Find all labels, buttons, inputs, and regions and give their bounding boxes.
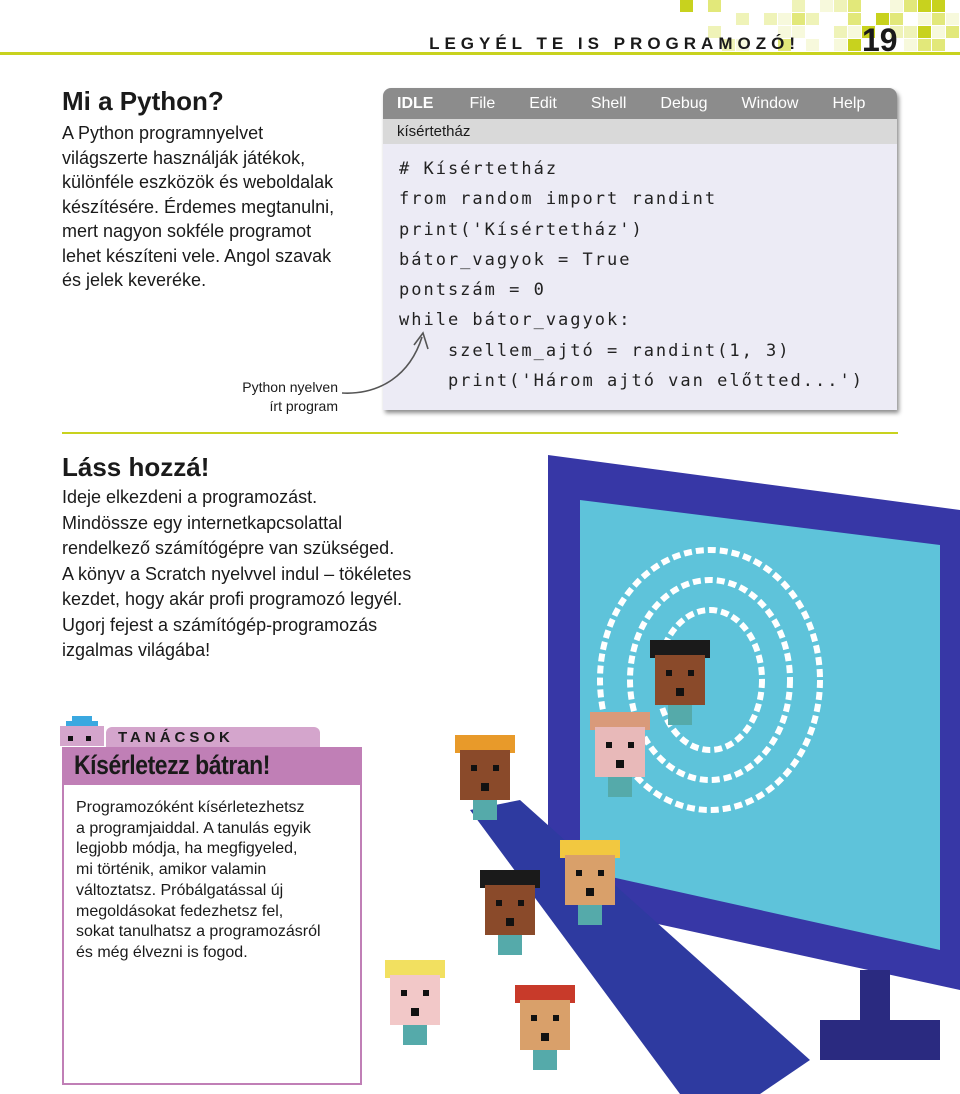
text-line: kezdet, hogy akár profi programozó legyé…: [62, 587, 411, 613]
character-pixel: [628, 742, 634, 748]
character-pixel: [520, 1000, 570, 1050]
text-line: izgalmas világába!: [62, 638, 411, 664]
character-pixel: [688, 670, 694, 676]
caption-line: írt program: [220, 397, 338, 416]
menu-help[interactable]: Help: [832, 95, 865, 113]
text-line: rendelkező számítógépre van szükséged.: [62, 536, 411, 562]
code-line: pontszám = 0: [399, 275, 897, 305]
character-pixel: [498, 935, 522, 955]
character-pixel: [616, 760, 624, 768]
start-title: Láss hozzá!: [62, 452, 209, 483]
pixel-art-illustration: [380, 450, 960, 1094]
idle-menu-bar: IDLE File Edit Shell Debug Window Help: [383, 88, 897, 119]
menu-debug[interactable]: Debug: [660, 95, 707, 113]
character-pixel: [676, 688, 684, 696]
character-pixel: [471, 765, 477, 771]
code-line: print('Három ajtó van előtted...'): [399, 366, 897, 396]
character-pixel: [541, 1033, 549, 1041]
character-pixel: [390, 975, 440, 1025]
character-pixel: [586, 888, 594, 896]
tips-text: Programozóként kísérletezhetsz a program…: [76, 798, 356, 964]
text-line: Ideje elkezdeni a programozást.: [62, 485, 411, 511]
intro-title: Mi a Python?: [62, 86, 224, 117]
code-line: szellem_ajtó = randint(1, 3): [399, 336, 897, 366]
character-pixel: [531, 1015, 537, 1021]
character-pixel: [655, 655, 705, 705]
section-divider: [62, 432, 898, 434]
character-pixel: [598, 870, 604, 876]
character-pixel: [403, 1025, 427, 1045]
file-tab[interactable]: kísértetház: [383, 119, 897, 144]
character-pixel: [565, 855, 615, 905]
character-pixel: [576, 870, 582, 876]
menu-idle[interactable]: IDLE: [397, 95, 433, 113]
running-header: LEGYÉL TE IS PROGRAMOZÓ!: [429, 34, 800, 54]
code-caption: Python nyelven írt program: [220, 378, 338, 416]
menu-shell[interactable]: Shell: [591, 95, 627, 113]
character-pixel: [666, 670, 672, 676]
start-text: Ideje elkezdeni a programozást. Mindössz…: [62, 485, 411, 664]
menu-file[interactable]: File: [469, 95, 495, 113]
character-pixel: [578, 905, 602, 925]
character-pixel: [595, 727, 645, 777]
text-line: különféle eszközök és weboldalak: [62, 170, 334, 195]
text-line: és még élvezni is fogod.: [76, 943, 356, 964]
text-line: Ugorj fejest a számítógép-programozás: [62, 613, 411, 639]
code-line: print('Kísértetház'): [399, 215, 897, 245]
menu-edit[interactable]: Edit: [529, 95, 557, 113]
tips-title: Kísérletezz bátran!: [74, 750, 270, 781]
text-line: megoldásokat fedezhetsz fel,: [76, 902, 356, 923]
header-rule: [0, 52, 960, 55]
book-page: LEGYÉL TE IS PROGRAMOZÓ! 19 Mi a Python?…: [0, 0, 960, 1094]
text-line: Programozóként kísérletezhetsz: [76, 798, 356, 819]
character-pixel: [606, 742, 612, 748]
menu-window[interactable]: Window: [742, 95, 799, 113]
character-pixel: [518, 900, 524, 906]
text-line: változtatsz. Próbálgatással új: [76, 881, 356, 902]
character-pixel: [411, 1008, 419, 1016]
caption-line: Python nyelven: [220, 378, 338, 397]
character-pixel: [485, 885, 535, 935]
text-line: legjobb módja, ha megfigyeled,: [76, 839, 356, 860]
text-line: és jelek keveréke.: [62, 268, 334, 293]
character-pixel: [473, 800, 497, 820]
text-line: világszerte használják játékok,: [62, 146, 334, 171]
idle-window: IDLE File Edit Shell Debug Window Help k…: [383, 88, 897, 410]
character-pixel: [481, 783, 489, 791]
tips-header: Kísérletezz bátran!: [62, 747, 362, 785]
character-pixel: [423, 990, 429, 996]
text-line: a programjaiddal. A tanulás egyik: [76, 819, 356, 840]
text-line: A Python programnyelvet: [62, 121, 334, 146]
character-pixel: [533, 1050, 557, 1070]
code-editor[interactable]: # Kísértetház from random import randint…: [383, 144, 897, 396]
code-line: bátor_vagyok = True: [399, 245, 897, 275]
tips-label: TANÁCSOK: [106, 727, 320, 747]
arrow-icon: [340, 325, 430, 400]
character-pixel: [496, 900, 502, 906]
code-line: from random import randint: [399, 184, 897, 214]
character-pixel: [553, 1015, 559, 1021]
text-line: mi történik, amikor valamin: [76, 860, 356, 881]
character-pixel: [493, 765, 499, 771]
code-line: # Kísértetház: [399, 154, 897, 184]
pixel-ghost-icon: [60, 716, 106, 746]
code-line: while bátor_vagyok:: [399, 305, 897, 335]
text-line: lehet készíteni vele. Angol szavak: [62, 244, 334, 269]
character-pixel: [401, 990, 407, 996]
text-line: A könyv a Scratch nyelvvel indul – tökél…: [62, 562, 411, 588]
text-line: mert nagyon sokféle programot: [62, 219, 334, 244]
character-pixel: [460, 750, 510, 800]
character-pixel: [668, 705, 692, 725]
character-pixel: [506, 918, 514, 926]
character-pixel: [608, 777, 632, 797]
text-line: sokat tanulhatsz a programozásról: [76, 922, 356, 943]
text-line: készítésére. Érdemes megtanulni,: [62, 195, 334, 220]
text-line: Mindössze egy internetkapcsolattal: [62, 511, 411, 537]
intro-text: A Python programnyelvet világszerte hasz…: [62, 121, 334, 293]
